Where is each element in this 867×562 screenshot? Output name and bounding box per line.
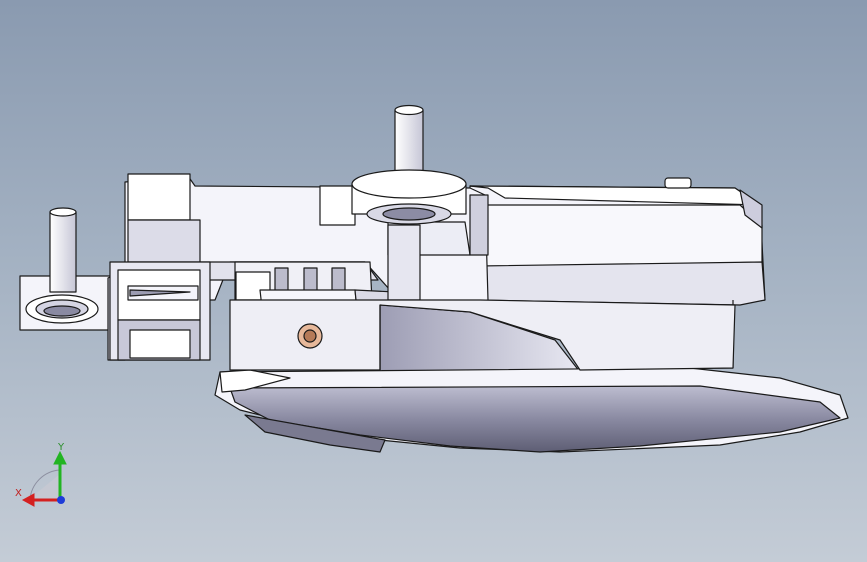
z-axis-arrow: [57, 496, 65, 504]
cad-graphics-viewport[interactable]: Y X: [0, 0, 867, 562]
x-axis-label: X: [15, 488, 22, 499]
left-bracket-pocket: [109, 261, 211, 361]
door-handle-3d-model[interactable]: [0, 0, 867, 562]
y-axis-label: Y: [57, 442, 65, 453]
left-locating-pin: [49, 207, 77, 293]
copper-bushing: [297, 323, 323, 349]
reference-triad: Y X: [15, 442, 67, 507]
